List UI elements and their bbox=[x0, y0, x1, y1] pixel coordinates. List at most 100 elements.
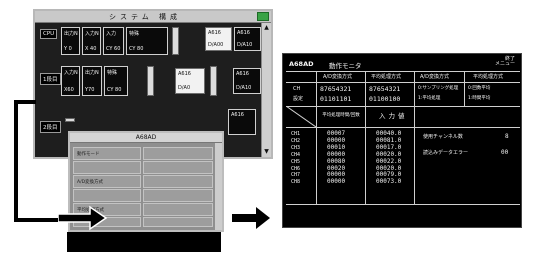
slot-divider bbox=[172, 27, 179, 55]
read-error-value: 00 bbox=[501, 149, 509, 156]
module-address: X 40 bbox=[85, 46, 97, 52]
input-value-header: 入力値 bbox=[379, 112, 408, 120]
menu-label: メニュー bbox=[494, 61, 515, 67]
next-arrow-icon bbox=[232, 207, 270, 229]
module-card[interactable]: 特殊 CY 80 bbox=[104, 66, 128, 96]
channel-list: CH1 CH2 CH3 CH4 CH5 CH6 CH7 CH8 bbox=[291, 131, 300, 186]
used-channels-value: 8 bbox=[505, 133, 509, 140]
module-address: D/A10 bbox=[237, 42, 253, 48]
module-card[interactable]: A616 D/A00 bbox=[205, 27, 232, 51]
module-card[interactable]: 出力N Y 0 bbox=[61, 27, 80, 55]
flow-arrow-icon bbox=[58, 205, 108, 231]
average-description: 1:時間平均 bbox=[468, 96, 491, 101]
row-label-stage-2: 2段目 bbox=[40, 121, 61, 133]
channel-label: CH2 bbox=[291, 137, 301, 144]
system-config-title: システム 構成 bbox=[108, 13, 181, 21]
module-card[interactable]: 出力N Y70 bbox=[82, 66, 102, 96]
used-channels-label: 使用チャンネル数 bbox=[423, 134, 463, 140]
setting-row[interactable] bbox=[73, 161, 141, 174]
column-header: A/D変換方式 bbox=[323, 74, 352, 80]
module-card[interactable]: A616 D/A0 bbox=[175, 68, 205, 94]
setting-value[interactable] bbox=[143, 217, 213, 227]
mode-bits: 01101101 bbox=[320, 95, 352, 103]
setting-value[interactable] bbox=[143, 161, 213, 174]
divider bbox=[286, 71, 520, 72]
model-name: A68AD bbox=[289, 60, 314, 68]
module-address: CY 80 bbox=[129, 46, 144, 52]
module-type: 出力N bbox=[85, 70, 99, 76]
read-error-label: 読込みデータエラー bbox=[423, 150, 469, 156]
channel-label: CH5 bbox=[291, 158, 301, 165]
scroll-down-arrow-icon[interactable]: ▼ bbox=[262, 147, 271, 157]
module-type: A616 bbox=[236, 71, 249, 77]
setting-value[interactable] bbox=[143, 203, 213, 216]
slot-divider bbox=[65, 118, 75, 122]
scroll-up-arrow-icon[interactable]: ▲ bbox=[262, 23, 271, 33]
divider bbox=[316, 71, 317, 204]
average-time-header: 平均処理時間/回数 bbox=[322, 113, 360, 118]
channel-label: CH1 bbox=[291, 131, 301, 137]
module-type: 出力N bbox=[64, 31, 78, 37]
mode-description: 0:サンプリング処理 bbox=[418, 86, 459, 91]
setting-value[interactable] bbox=[143, 147, 213, 160]
input-value-list: 00040.0 00081.0 00017.0 00020.0 00022.0 00020… bbox=[376, 130, 401, 186]
divider bbox=[365, 71, 366, 204]
average-description: 0:回数平均 bbox=[468, 86, 491, 91]
divider bbox=[286, 106, 520, 107]
module-type: 入力 bbox=[106, 31, 117, 37]
module-type: A616 bbox=[231, 112, 244, 118]
module-settings-titlebar[interactable]: A68AD bbox=[70, 133, 222, 143]
setting-label: 動作モード bbox=[77, 152, 100, 157]
slot-divider bbox=[210, 66, 217, 96]
row-label-stage-1: 1段目 bbox=[40, 73, 61, 85]
setting-row[interactable]: A/D変換方式 bbox=[73, 175, 141, 188]
module-address: D/A00 bbox=[208, 42, 224, 48]
module-card[interactable]: 入力N X60 bbox=[61, 66, 80, 96]
close-button[interactable] bbox=[257, 12, 269, 21]
ch-bit-order: 87654321 bbox=[369, 85, 401, 93]
module-type: 入力N bbox=[85, 31, 99, 37]
module-type: 特殊 bbox=[107, 70, 118, 76]
divider bbox=[464, 71, 465, 106]
setting-label: A/D変換方式 bbox=[77, 180, 104, 185]
channel-label: CH8 bbox=[291, 179, 301, 186]
channel-label: CH7 bbox=[291, 172, 301, 179]
module-address: X60 bbox=[64, 87, 74, 93]
divider bbox=[286, 127, 520, 128]
setting-label: 設定 bbox=[293, 96, 304, 102]
average-time-value: 00000 bbox=[327, 178, 346, 186]
mode-description: 1:平均処理 bbox=[418, 96, 441, 101]
module-type: A616 bbox=[237, 30, 250, 36]
route-line bbox=[14, 100, 36, 104]
module-type: 特殊 bbox=[129, 31, 140, 37]
module-card[interactable]: 入力N X 40 bbox=[82, 27, 101, 55]
end-menu-button[interactable]: 終了 メニュー bbox=[495, 57, 515, 67]
module-card[interactable]: A616 bbox=[228, 109, 256, 135]
column-header: 平均処理方式 bbox=[371, 74, 402, 80]
module-address: Y70 bbox=[85, 87, 95, 93]
module-card[interactable]: A616 D/A10 bbox=[233, 68, 261, 94]
dialog-scrollbar[interactable] bbox=[215, 143, 222, 230]
average-bits: 01100100 bbox=[369, 95, 401, 103]
monitor-title: 動作モニタ bbox=[329, 62, 362, 70]
average-time-list: 00007 00000 00010 00000 00080 00020 00000 00000 bbox=[327, 130, 346, 186]
setting-value[interactable] bbox=[143, 189, 213, 202]
divider bbox=[286, 204, 520, 205]
ch-label: CH bbox=[293, 86, 301, 92]
divider bbox=[286, 82, 520, 83]
setting-value[interactable] bbox=[143, 175, 213, 188]
module-address: D/A0 bbox=[178, 85, 191, 91]
system-config-titlebar[interactable]: システム 構成 bbox=[35, 11, 271, 23]
module-card[interactable]: A616 D/A10 bbox=[234, 27, 261, 51]
slot-divider bbox=[147, 66, 154, 96]
row-label-cpu: CPU bbox=[40, 29, 58, 39]
setting-row[interactable] bbox=[73, 189, 141, 202]
dialog-footer-band bbox=[67, 232, 221, 252]
setting-row[interactable]: 動作モード bbox=[73, 147, 141, 160]
vertical-scrollbar[interactable]: ▲ ▼ bbox=[261, 23, 271, 157]
module-type: 入力N bbox=[64, 70, 78, 76]
module-card[interactable]: 入力 CY 60 bbox=[103, 27, 124, 55]
module-card[interactable]: 特殊 CY 80 bbox=[126, 27, 168, 55]
channel-label: CH3 bbox=[291, 144, 301, 151]
module-type: A616 bbox=[178, 71, 191, 77]
